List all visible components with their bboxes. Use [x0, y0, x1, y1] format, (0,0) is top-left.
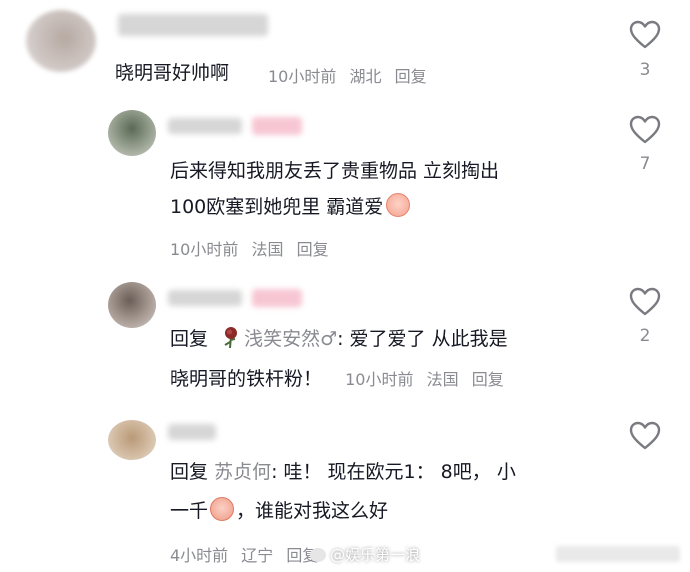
reply-link[interactable]: 回复: [297, 240, 329, 259]
timestamp: 10小时前: [268, 67, 337, 86]
avatar[interactable]: [108, 282, 156, 328]
timestamp: 10小时前: [345, 370, 414, 389]
reply-prefix: 回复: [170, 328, 209, 350]
comment-text-fragment: : 哇！ 现在欧元1： 8吧， 小: [271, 461, 516, 483]
comment-meta: 10小时前 湖北 回复: [268, 63, 435, 87]
location: 法国: [426, 370, 459, 389]
comment-text-fragment: 100欧塞到她兜里 霸道爱: [170, 196, 384, 218]
comment-meta: 10小时前 法国 回复: [170, 236, 337, 260]
location: 法国: [251, 240, 284, 259]
timestamp: 10小时前: [170, 240, 239, 259]
comment-text-line: 后来得知我朋友丢了贵重物品 立刻掏出: [170, 160, 500, 182]
weibo-watermark: @娱乐第一浪: [310, 544, 420, 565]
username-blurred[interactable]: [168, 290, 242, 306]
username-badge-blurred: [252, 117, 302, 135]
username-blurred[interactable]: [168, 118, 242, 134]
reply-link[interactable]: 回复: [472, 370, 504, 389]
comment-text-fragment: : 爱了爱了 从此我是: [337, 328, 508, 350]
like-count: 7: [639, 154, 651, 174]
comment-text-line: 晓明哥的铁杆粉！ 10小时前 法国 回复: [170, 362, 512, 397]
comment-meta: 10小时前 法国 回复: [340, 370, 512, 389]
reply-prefix: 回复: [170, 461, 209, 483]
timestamp: 4小时前: [170, 546, 229, 565]
comment-text-line: 100欧塞到她兜里 霸道爱: [170, 190, 411, 224]
crying-face-emoji-icon: [210, 497, 235, 521]
like-heart-icon[interactable]: [629, 115, 661, 145]
username-blurred[interactable]: [168, 424, 216, 440]
username-blurred[interactable]: [118, 14, 268, 36]
username-badge-blurred: [252, 289, 302, 307]
reply-target-username[interactable]: 苏贞何: [214, 461, 271, 483]
comment-text-fragment: 一千: [170, 500, 209, 522]
comment-text-fragment: 晓明哥的铁杆粉！: [170, 368, 323, 390]
reply-link[interactable]: 回复: [395, 67, 427, 86]
watermark-text: @娱乐第一浪: [330, 546, 421, 564]
like-heart-icon[interactable]: [629, 20, 661, 50]
like-heart-icon[interactable]: [629, 421, 661, 451]
location: 辽宁: [241, 546, 274, 565]
shocked-face-emoji-icon: [386, 193, 411, 217]
comment-meta: 4小时前 辽宁 回复: [170, 542, 326, 566]
comment-text: 晓明哥好帅啊: [115, 62, 230, 84]
like-heart-icon[interactable]: [629, 287, 661, 317]
avatar[interactable]: [26, 10, 96, 72]
comment-text-fragment: ，谁能对我这么好: [236, 500, 389, 522]
watermark-blur: [556, 546, 680, 562]
like-count: 2: [639, 326, 651, 346]
avatar[interactable]: [108, 420, 156, 460]
comment-text-line: 回复 苏贞何: 哇！ 现在欧元1： 8吧， 小: [170, 455, 516, 489]
comment-text-line: 一千 ，谁能对我这么好: [170, 494, 388, 528]
like-count: 3: [639, 60, 651, 80]
avatar[interactable]: [108, 110, 156, 156]
location: 湖北: [349, 67, 382, 86]
comment-text-line: 回复 浅笑安然♂: 爱了爱了 从此我是: [170, 322, 508, 356]
weibo-logo-icon: [310, 548, 326, 562]
reply-target-username[interactable]: 浅笑安然♂: [244, 328, 337, 350]
rose-avatar-icon: [224, 327, 238, 349]
